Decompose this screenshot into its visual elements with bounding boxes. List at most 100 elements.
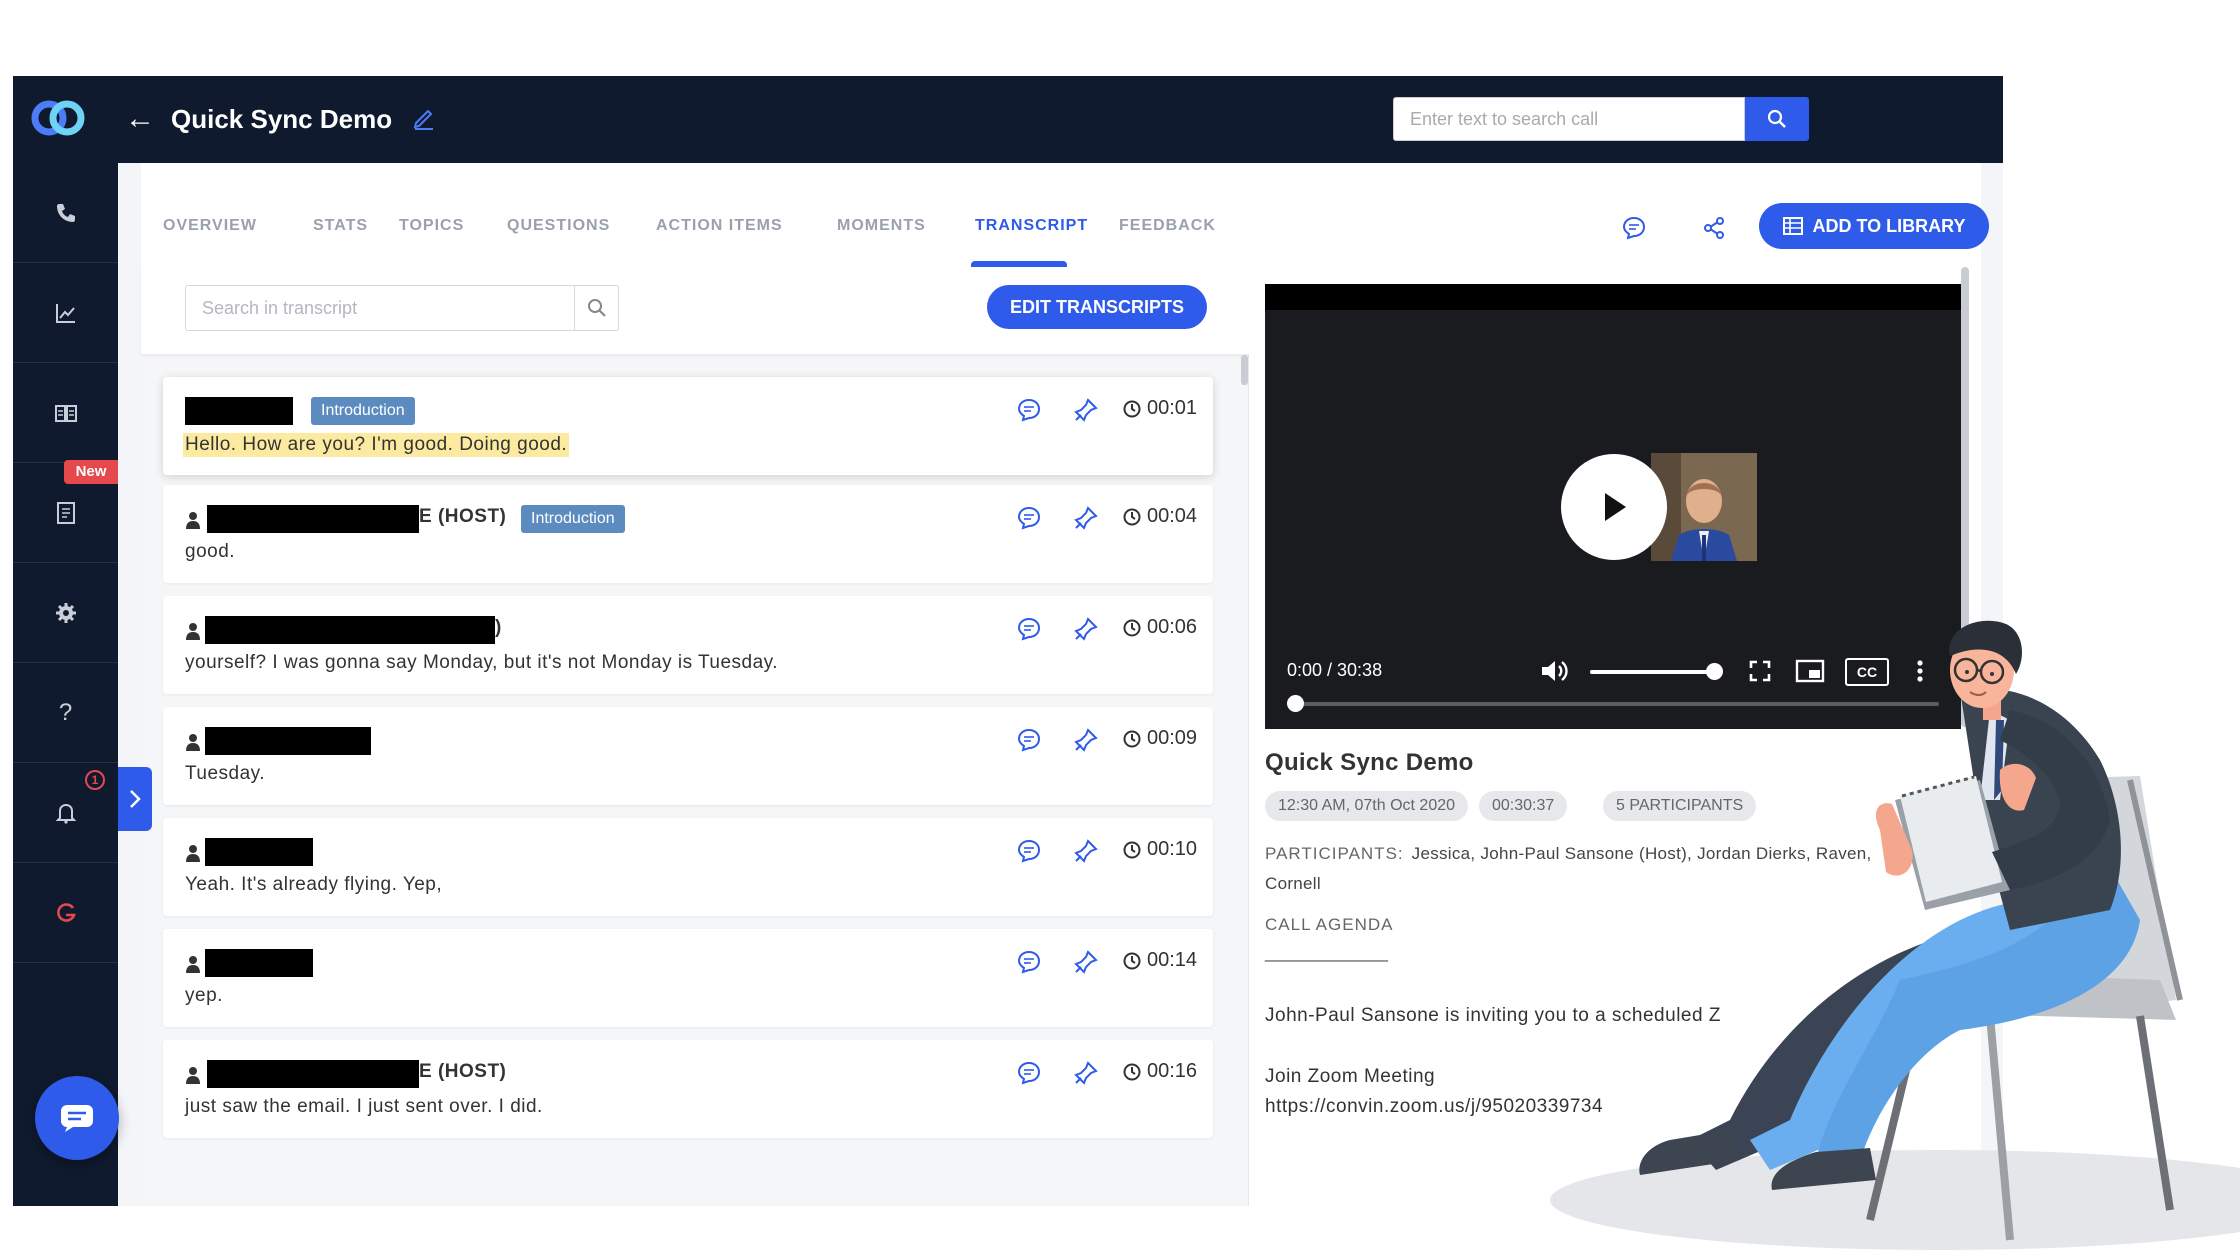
- tab-moments[interactable]: MOMENTS: [837, 217, 926, 235]
- tab-questions[interactable]: QUESTIONS: [507, 217, 610, 235]
- speaker-role: E (HOST): [419, 1061, 507, 1082]
- sidebar: New ? 1: [13, 163, 118, 1206]
- chat-icon: [61, 1105, 93, 1132]
- timestamp[interactable]: 00:09: [1123, 727, 1197, 750]
- transcript-entry[interactable]: E (HOST) Introduction 00:04 good.: [163, 485, 1213, 583]
- comment-icon[interactable]: [1016, 505, 1042, 531]
- timestamp[interactable]: 00:10: [1123, 838, 1197, 861]
- timestamp[interactable]: 00:01: [1123, 397, 1197, 420]
- tab-feedback[interactable]: FEEDBACK: [1119, 217, 1216, 235]
- highlight-pin-icon[interactable]: [1073, 1060, 1099, 1086]
- sidebar-item-calls[interactable]: [13, 163, 118, 263]
- highlight-pin-icon[interactable]: [1073, 505, 1099, 531]
- video-top-bar: [1265, 284, 1961, 310]
- comment-icon[interactable]: [1016, 616, 1042, 642]
- person-icon: [186, 734, 200, 751]
- back-arrow-icon[interactable]: ←: [125, 102, 159, 136]
- add-to-library-button[interactable]: ADD TO LIBRARY: [1759, 203, 1989, 249]
- topic-tag[interactable]: Introduction: [311, 397, 415, 425]
- timestamp[interactable]: 00:06: [1123, 616, 1197, 639]
- clock-icon: [1123, 400, 1141, 417]
- timestamp-text: 00:16: [1147, 1060, 1198, 1082]
- play-icon: [1605, 493, 1626, 521]
- timestamp[interactable]: 00:16: [1123, 1060, 1197, 1083]
- chat-support-button[interactable]: [35, 1076, 119, 1160]
- search-icon: [1767, 109, 1786, 128]
- g-logo-icon: [56, 902, 76, 922]
- search-icon: [587, 299, 606, 317]
- highlight-pin-icon[interactable]: [1073, 949, 1099, 975]
- participants-label: PARTICIPANTS:: [1265, 844, 1404, 863]
- convin-logo-icon[interactable]: [29, 98, 89, 138]
- transcript-text: yep.: [185, 985, 223, 1006]
- stats-chart-icon: [55, 303, 75, 323]
- sidebar-item-help[interactable]: ?: [13, 663, 118, 763]
- tab-stats[interactable]: STATS: [313, 217, 368, 235]
- highlight-pin-icon[interactable]: [1073, 616, 1099, 642]
- person-icon: [186, 1067, 200, 1084]
- comment-icon[interactable]: [1016, 397, 1042, 423]
- call-search-button[interactable]: [1745, 97, 1809, 141]
- edit-transcripts-button[interactable]: EDIT TRANSCRIPTS: [987, 285, 1207, 329]
- person-with-notepad-illustration: [1550, 620, 2240, 1250]
- expand-panel-tab[interactable]: [118, 767, 152, 831]
- timestamp[interactable]: 00:14: [1123, 949, 1197, 972]
- tab-topics[interactable]: TOPICS: [399, 217, 464, 235]
- transcript-search-button[interactable]: [575, 285, 619, 331]
- clock-icon: [1123, 1063, 1141, 1080]
- transcript-text: yourself? I was gonna say Monday, but it…: [185, 652, 779, 673]
- transcript-entry[interactable]: E (HOST) 00:16 just saw the email. I jus…: [163, 1040, 1213, 1138]
- person-icon: [186, 956, 200, 973]
- add-to-library-label: ADD TO LIBRARY: [1812, 215, 1966, 236]
- redacted-speaker-name: [185, 397, 293, 425]
- transcript-entry[interactable]: 00:09 Tuesday.: [163, 707, 1213, 805]
- clock-icon: [1123, 508, 1141, 525]
- sidebar-item-stats[interactable]: [13, 263, 118, 363]
- person-icon: [186, 845, 200, 862]
- comment-icon[interactable]: [1016, 727, 1042, 753]
- redacted-speaker-name: [205, 838, 313, 866]
- timestamp-text: 00:09: [1147, 727, 1198, 749]
- tab-overview[interactable]: OVERVIEW: [163, 217, 257, 235]
- share-button[interactable]: [1699, 213, 1729, 243]
- transcript-entry[interactable]: 00:10 Yeah. It's already flying. Yep,: [163, 818, 1213, 916]
- sidebar-item-settings[interactable]: [13, 563, 118, 663]
- clock-icon: [1123, 730, 1141, 747]
- sidebar-item-integrations[interactable]: [13, 863, 118, 963]
- transcript-text: Tuesday.: [185, 763, 266, 784]
- speaker-role: E (HOST): [419, 506, 507, 527]
- timestamp-text: 00:14: [1147, 949, 1198, 971]
- redacted-speaker-name: [207, 505, 419, 533]
- call-agenda-label: CALL AGENDA: [1265, 915, 1394, 934]
- report-icon: [56, 501, 75, 524]
- edit-title-icon[interactable]: [411, 104, 439, 132]
- highlight-pin-icon[interactable]: [1073, 838, 1099, 864]
- transcript-text: good.: [185, 541, 236, 562]
- highlight-pin-icon[interactable]: [1073, 397, 1099, 423]
- timestamp-text: 00:10: [1147, 838, 1198, 860]
- highlight-pin-icon[interactable]: [1073, 727, 1099, 753]
- top-bar: ← Quick Sync Demo: [13, 76, 2003, 163]
- comment-icon[interactable]: [1016, 949, 1042, 975]
- comment-icon[interactable]: [1016, 1060, 1042, 1086]
- chevron-right-icon: [130, 790, 141, 808]
- video-progress-handle[interactable]: [1287, 695, 1304, 712]
- tab-action-items[interactable]: ACTION ITEMS: [656, 217, 783, 235]
- play-button[interactable]: [1561, 454, 1667, 560]
- transcript-entry[interactable]: ) 00:06 yourself? I was gonna say Monday…: [163, 596, 1213, 694]
- redacted-speaker-name: [205, 616, 495, 644]
- comment-icon[interactable]: [1016, 838, 1042, 864]
- topic-tag[interactable]: Introduction: [521, 505, 625, 533]
- timestamp[interactable]: 00:04: [1123, 505, 1197, 528]
- sidebar-item-library[interactable]: [13, 363, 118, 463]
- transcript-scrollbar[interactable]: [1241, 355, 1248, 385]
- comment-button[interactable]: [1619, 213, 1649, 243]
- transcript-panel: EDIT TRANSCRIPTS Introduction 00:01 Hell…: [141, 267, 1249, 1206]
- transcript-search-input[interactable]: [185, 285, 575, 331]
- tab-transcript[interactable]: TRANSCRIPT: [975, 217, 1088, 235]
- call-search-input[interactable]: [1393, 97, 1745, 141]
- transcript-entry[interactable]: 00:14 yep.: [163, 929, 1213, 1027]
- call-agenda-divider: _____________: [1265, 943, 1388, 962]
- transcript-entry[interactable]: Introduction 00:01 Hello. How are you? I…: [163, 377, 1213, 475]
- phone-icon: [56, 203, 75, 222]
